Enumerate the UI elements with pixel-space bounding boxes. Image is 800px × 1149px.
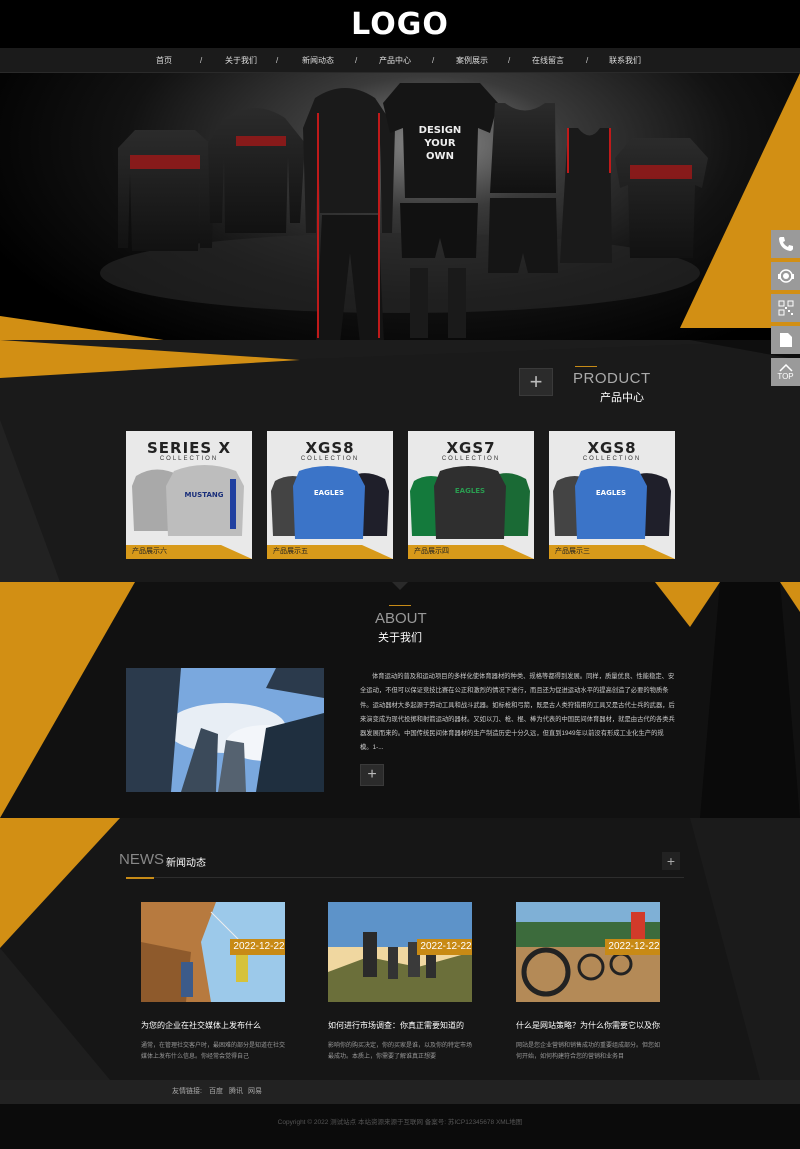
news-date-badge: 2022-12-22 xyxy=(417,939,472,955)
side-toolbar: TOP xyxy=(771,230,800,390)
nav-item-message[interactable]: 在线留言 xyxy=(529,48,567,73)
news-image: 2022-12-22 xyxy=(328,902,472,1002)
news-desc: 通常，在管理社交客户时，最困难的部分是知道在社交媒体上发布什么信息。你经常会觉得… xyxy=(141,1043,286,1060)
about-more-button[interactable]: + xyxy=(360,764,384,786)
skyscrapers-image xyxy=(126,668,324,792)
product-caption: 产品展示三 xyxy=(555,548,590,555)
news-title[interactable]: 什么是网站策略？为什么你需要它以及你 xyxy=(516,1020,662,1031)
news-desc: 网站是您企业营销和销售成功的重要组成部分。但您如何开始，如何构建符合您的营销和业… xyxy=(516,1043,661,1060)
nav-item-about[interactable]: 关于我们 xyxy=(222,48,260,73)
top-label: TOP xyxy=(777,371,794,381)
product-hoodie-image: EAGLES xyxy=(553,466,671,539)
phone-icon[interactable] xyxy=(771,230,800,258)
product-caption: 产品展示五 xyxy=(273,548,308,555)
news-image: 2022-12-22 xyxy=(516,902,660,1002)
nav-item-home[interactable]: 首页 xyxy=(148,48,180,73)
friend-links-bar: 友情链接: 百度 腾讯 网易 xyxy=(0,1080,800,1104)
top-arrow-icon[interactable]: TOP xyxy=(771,358,800,386)
customer-service-icon[interactable] xyxy=(771,262,800,290)
sleeveless-jersey-image xyxy=(488,103,558,273)
nav-item-contact[interactable]: 联系我们 xyxy=(606,48,644,73)
polo-shirt-image xyxy=(615,138,708,258)
friend-link[interactable]: 网易 xyxy=(248,1080,262,1104)
about-text: 体育运动的普及和运动项目的多样化使体育器材的种类、规格等都得到发展。同样，质量优… xyxy=(360,673,675,752)
nav-separator: / xyxy=(276,56,279,65)
product-print: EAGLES xyxy=(314,489,344,497)
news-divider xyxy=(154,877,684,878)
about-image xyxy=(126,668,324,792)
product-title-cn: 产品中心 xyxy=(600,392,644,404)
product-section xyxy=(0,340,800,582)
nav-separator: / xyxy=(508,56,511,65)
friend-link[interactable]: 腾讯 xyxy=(229,1080,243,1104)
product-hoodie-image: EAGLES xyxy=(271,466,389,539)
about-title-line xyxy=(389,605,411,606)
friend-link[interactable]: 百度 xyxy=(209,1080,223,1104)
product-card[interactable]: XGS8 COLLECTION EAGLES 产品展示三 xyxy=(549,431,675,559)
news-card[interactable]: 2022-12-22 为您的企业在社交媒体上发布什么 通常，在管理社交客户时，最… xyxy=(141,902,287,1060)
product-caption: 产品展示六 xyxy=(132,548,167,555)
nav-item-news[interactable]: 新闻动态 xyxy=(299,48,337,73)
document-icon[interactable] xyxy=(771,326,800,354)
product-hoodie-image: MUSTANG xyxy=(132,465,244,536)
qrcode-icon[interactable] xyxy=(771,294,800,322)
links-label: 友情链接: xyxy=(172,1088,202,1095)
hero-banner[interactable]: DESIGN YOUR OWN xyxy=(0,73,800,360)
nav-item-cases[interactable]: 案例展示 xyxy=(453,48,491,73)
product-title-line xyxy=(575,366,597,367)
hoodie-image xyxy=(208,108,305,233)
news-title[interactable]: 如何进行市场调查：你真正需要知道的 xyxy=(328,1020,474,1031)
product-caption: 产品展示四 xyxy=(414,548,449,555)
copyright: Copyright © 2022 测试站点 本站资源来源于互联网 备案号: 苏I… xyxy=(0,1104,800,1149)
logo[interactable]: LOGO xyxy=(351,7,448,42)
jersey-text-line1: DESIGN xyxy=(419,125,462,136)
tank-top-image xyxy=(560,128,612,263)
news-card[interactable]: 2022-12-22 什么是网站策略？为什么你需要它以及你 网站是您企业营销和销… xyxy=(516,902,662,1060)
news-title-line xyxy=(126,877,154,879)
header: LOGO xyxy=(0,0,800,48)
nav-separator: / xyxy=(355,56,358,65)
jersey-text-line3: OWN xyxy=(426,151,454,162)
banner-graphic: DESIGN YOUR OWN xyxy=(0,73,800,360)
product-hoodie-image: EAGLES xyxy=(410,466,530,539)
news-desc: 影响你的购买决定，你的买家是谁，以及你的特定市场最成功。本质上，你需要了解谁真正… xyxy=(328,1043,473,1060)
product-card[interactable]: SERIES X COLLECTION MUSTANG 产品展示六 xyxy=(126,431,252,559)
nav-separator: / xyxy=(586,56,589,65)
news-card[interactable]: 2022-12-22 如何进行市场调查：你真正需要知道的 影响你的购买决定，你的… xyxy=(328,902,474,1060)
news-date-badge: 2022-12-22 xyxy=(605,939,660,955)
news-image: 2022-12-22 xyxy=(141,902,285,1002)
news-title-en: NEWS xyxy=(119,851,164,868)
product-bg-shapes xyxy=(0,340,800,582)
product-more-button[interactable]: + xyxy=(519,368,553,396)
about-title-cn: 关于我们 xyxy=(378,632,422,644)
product-card[interactable]: XGS8 COLLECTION EAGLES 产品展示五 xyxy=(267,431,393,559)
main-nav: 首页 / 关于我们 / 新闻动态 / 产品中心 / 案例展示 / 在线留言 / … xyxy=(0,48,800,73)
jersey-text-line2: YOUR xyxy=(423,138,456,149)
product-title-en: PRODUCT xyxy=(573,370,651,387)
news-title-cn: 新闻动态 xyxy=(166,858,206,869)
news-date-badge: 2022-12-22 xyxy=(230,939,285,955)
news-more-button[interactable]: + xyxy=(662,852,680,870)
news-title[interactable]: 为您的企业在社交媒体上发布什么 xyxy=(141,1020,287,1031)
product-print: EAGLES xyxy=(596,489,626,497)
product-print: MUSTANG xyxy=(185,491,224,499)
nav-separator: / xyxy=(432,56,435,65)
jersey-longsleeve-image xyxy=(118,130,215,251)
product-print: EAGLES xyxy=(455,487,485,495)
nav-item-products[interactable]: 产品中心 xyxy=(376,48,414,73)
about-title-en: ABOUT xyxy=(375,610,427,627)
product-card[interactable]: XGS7 COLLECTION EAGLES 产品展示四 xyxy=(408,431,534,559)
nav-separator: / xyxy=(200,56,203,65)
